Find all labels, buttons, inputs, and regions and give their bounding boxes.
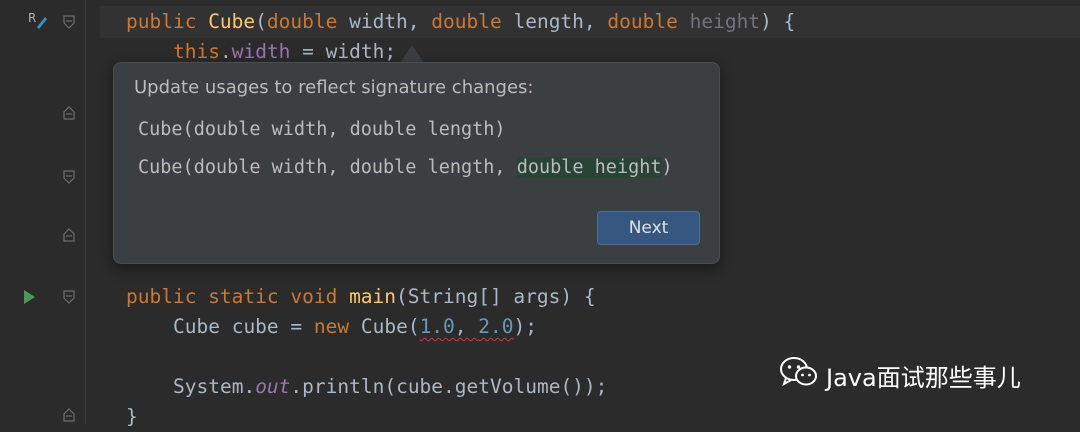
wechat-icon [780, 356, 818, 394]
popup-title: Update usages to reflect signature chang… [134, 77, 534, 98]
code-line-main[interactable]: public static void main(String[] args) { [126, 282, 596, 312]
code-text: , [454, 315, 479, 338]
keyword: this [173, 40, 220, 63]
code-text: . [219, 40, 232, 63]
code-text: = width; [290, 40, 397, 63]
method-name: main [349, 285, 397, 308]
added-parameter-highlight: double height [516, 157, 662, 178]
keyword: double [431, 10, 502, 33]
number-literal: 1.0 [419, 315, 455, 338]
fold-end-icon[interactable] [63, 106, 75, 120]
old-signature: Cube(double width, double length) [138, 119, 506, 140]
code-line-new-cube[interactable]: Cube cube = new Cube(1.0, 2.0); [173, 312, 537, 342]
fold-end-icon[interactable] [63, 228, 75, 242]
popup-pointer [400, 45, 424, 63]
code-text: ); [513, 315, 537, 338]
code-text: Cube cube = [173, 315, 314, 338]
fold-end-icon[interactable] [63, 408, 75, 422]
keyword: double [266, 10, 338, 33]
keyword: double [607, 10, 678, 33]
code-text: System. [173, 375, 256, 398]
gutter-divider [85, 0, 86, 424]
code-line-constructor[interactable]: public Cube(double width, double length,… [126, 7, 795, 37]
code-line-closing-brace[interactable]: } [126, 402, 138, 432]
code-line-println[interactable]: System.out.println(cube.getVolume()); [173, 372, 607, 402]
new-signature: Cube(double width, double length, double… [138, 157, 673, 178]
code-text: (String[] args) { [396, 285, 596, 308]
code-text: ) { [760, 10, 796, 33]
keyword: new [313, 315, 361, 338]
watermark: Java面试那些事儿 [780, 355, 1021, 395]
fold-open-icon[interactable] [63, 15, 75, 29]
keyword: public static void [126, 285, 350, 308]
new-signature-prefix: Cube(double width, double length, [138, 157, 517, 178]
fold-open-icon[interactable] [63, 290, 75, 304]
number-literal: 2.0 [478, 315, 514, 338]
code-text: width, [337, 10, 432, 33]
unused-parameter: height [689, 10, 761, 33]
keyword: public [126, 10, 209, 33]
run-icon[interactable] [22, 289, 36, 309]
constructor-name: Cube [208, 10, 256, 33]
field-name: width [231, 40, 291, 63]
fold-open-icon[interactable] [63, 170, 75, 184]
new-signature-suffix: ) [661, 157, 673, 178]
code-text: .println(cube.getVolume()); [290, 375, 608, 398]
watermark-text: Java面试那些事儿 [826, 363, 1021, 392]
code-text: Cube( [360, 315, 420, 338]
code-text: ( [255, 10, 267, 33]
refactoring-pencil-icon[interactable]: R [28, 11, 50, 31]
error-squiggle: 1.0, 2.0 [420, 315, 514, 338]
next-button[interactable]: Next [597, 211, 700, 245]
code-text: length, [501, 10, 608, 33]
static-field: out [255, 375, 291, 398]
signature-change-popup: Update usages to reflect signature chang… [113, 62, 720, 264]
code-text: } [126, 405, 138, 428]
